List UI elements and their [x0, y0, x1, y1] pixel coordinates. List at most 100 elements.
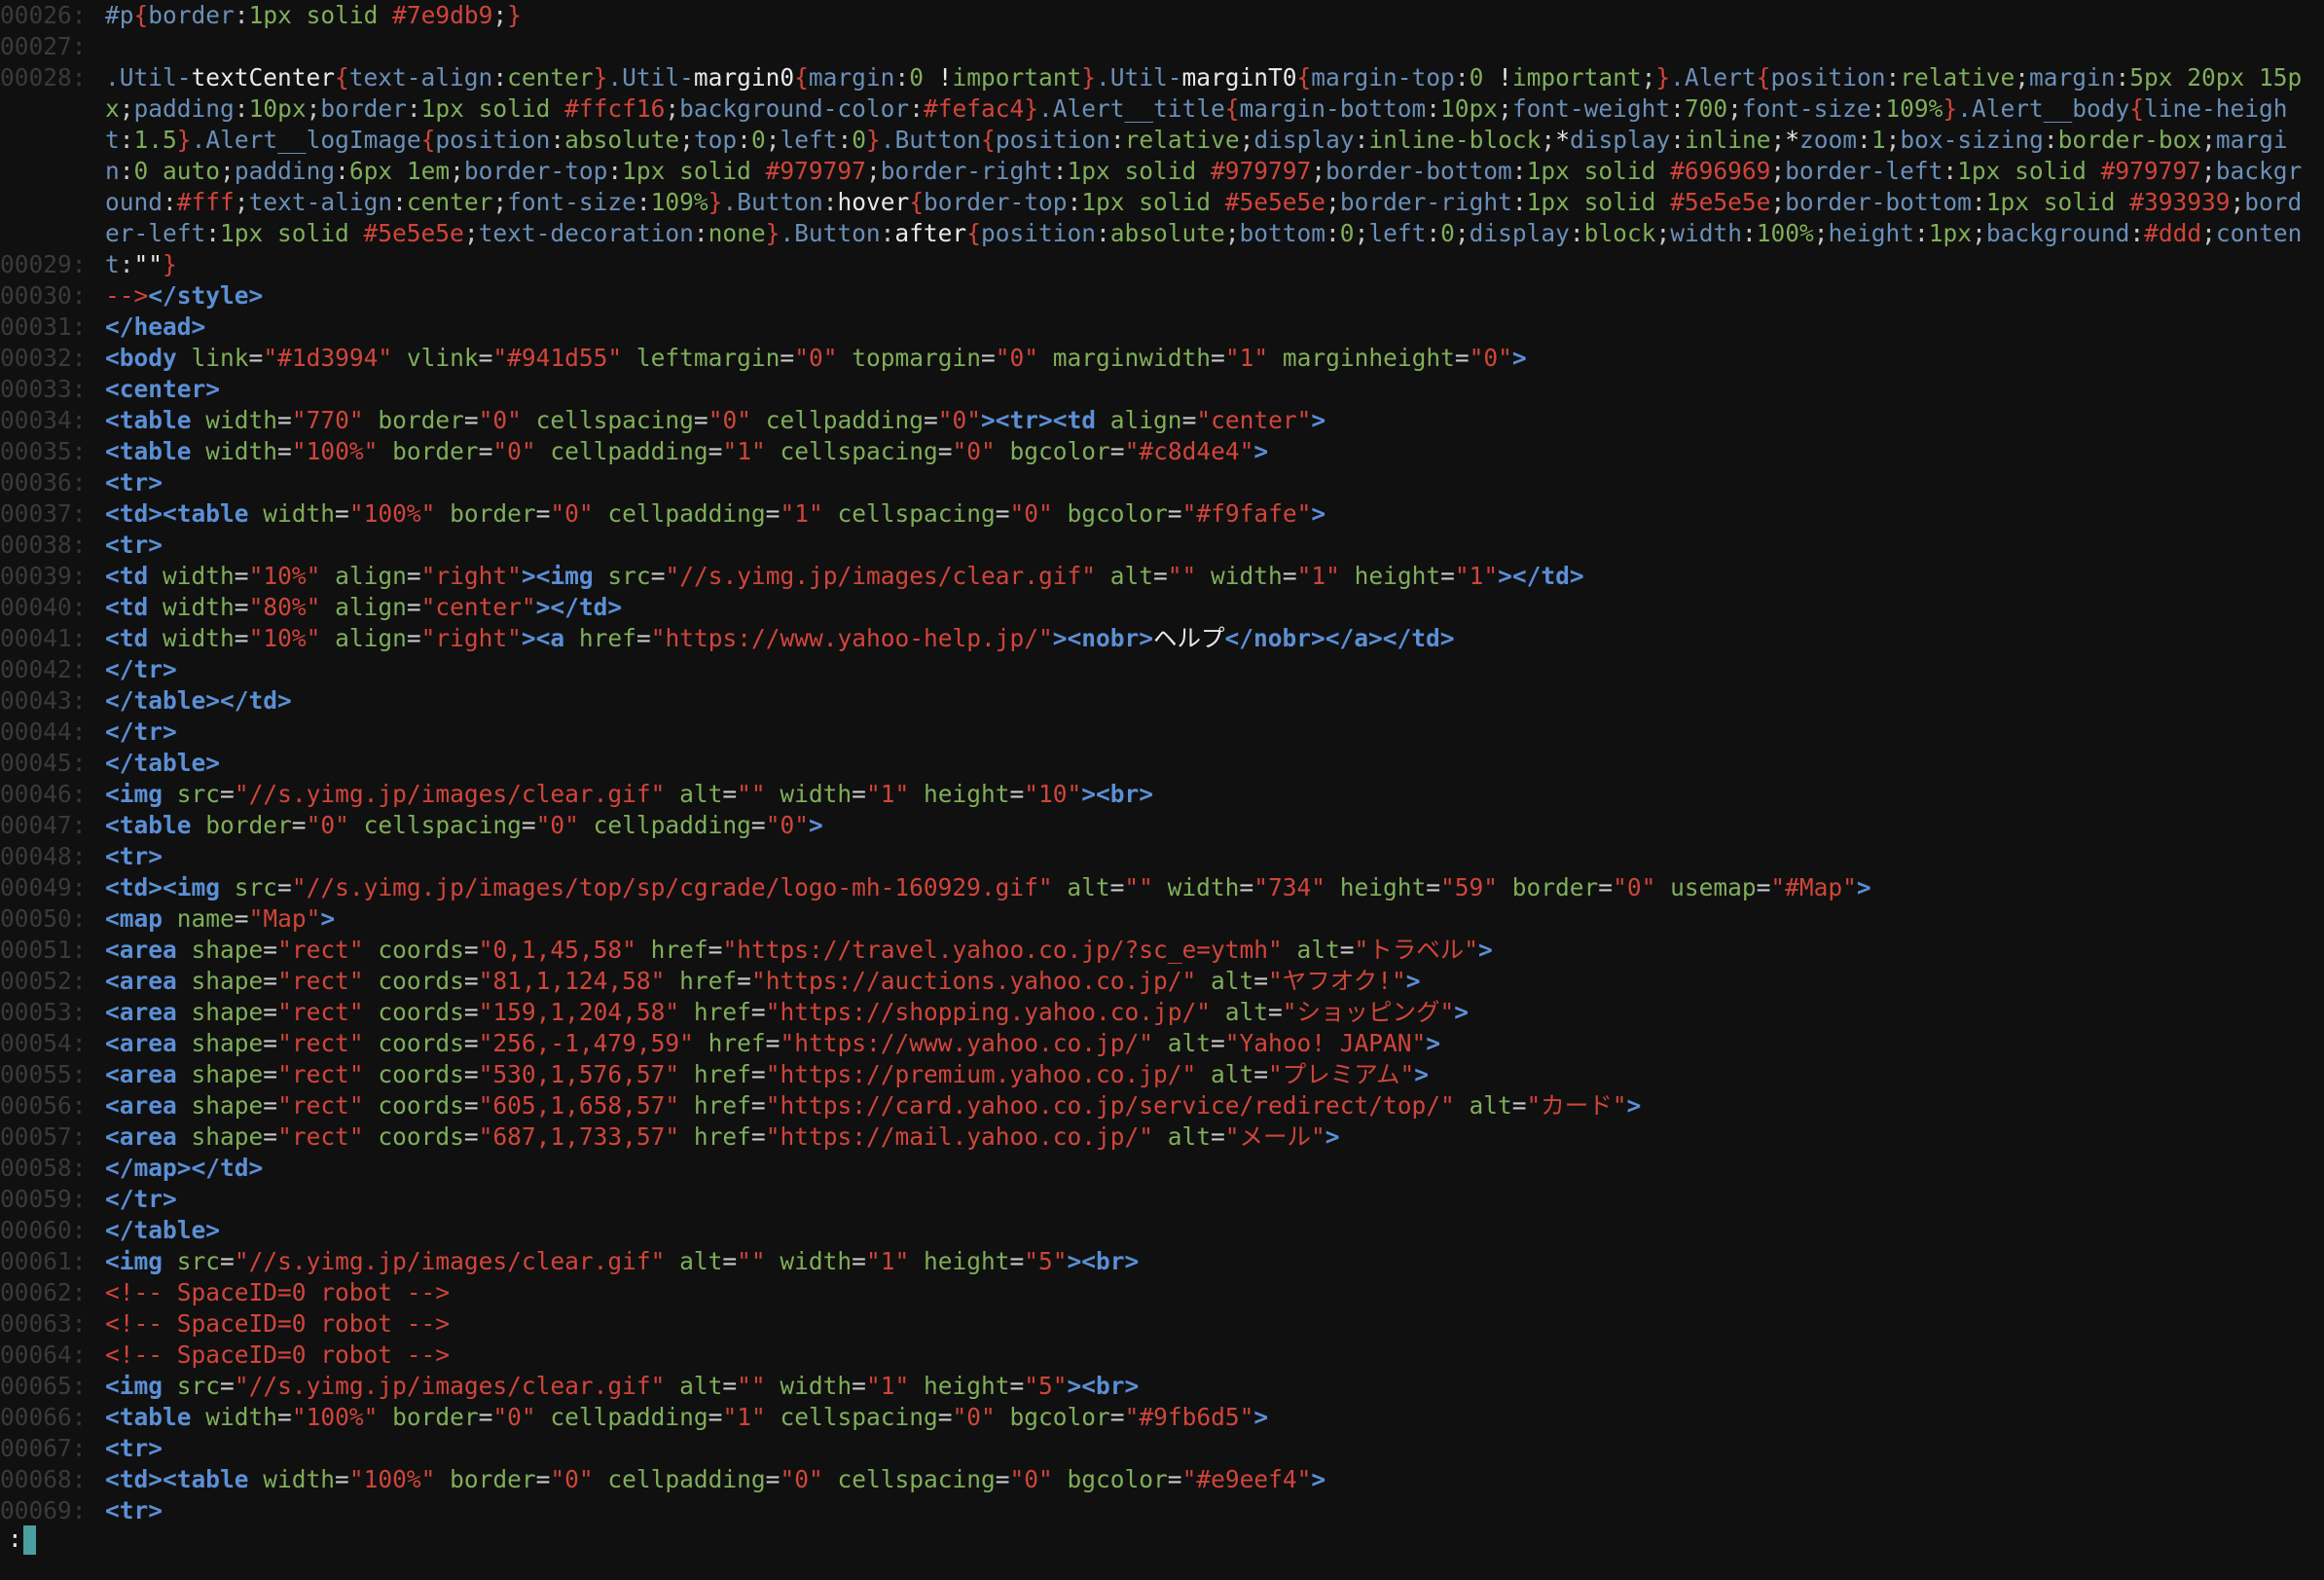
line-number: 00062:	[0, 1278, 87, 1306]
code-text: <img src="//s.yimg.jp/images/clear.gif" …	[105, 780, 1154, 808]
code-line: 00053: <area shape="rect" coords="159,1,2…	[0, 997, 2324, 1028]
line-number: 00036:	[0, 468, 87, 496]
code-text: <td width="80%" align="center"></td>	[105, 593, 623, 621]
line-number: 00026:	[0, 1, 87, 29]
code-line: 00052: <area shape="rect" coords="81,1,12…	[0, 966, 2324, 997]
line-number: 00049:	[0, 873, 87, 901]
line-number: 00058:	[0, 1154, 87, 1182]
line-number: 00060:	[0, 1216, 87, 1244]
code-text: <!-- SpaceID=0 robot -->	[105, 1278, 451, 1306]
code-text: <tr>	[105, 468, 163, 496]
code-text: <table border="0" cellspacing="0" cellpa…	[105, 811, 823, 839]
line-number: 00032:	[0, 344, 87, 372]
code-text: <center>	[105, 375, 221, 403]
line-number: 00069:	[0, 1496, 87, 1525]
line-number: 00050:	[0, 904, 87, 933]
line-number: 00034:	[0, 406, 87, 434]
code-text: <td><table width="100%" border="0" cellp…	[105, 499, 1326, 528]
code-line: 00034: <table width="770" border="0" cell…	[0, 405, 2324, 436]
line-number: 00053:	[0, 998, 87, 1026]
code-text: <area shape="rect" coords="0,1,45,58" hr…	[105, 936, 1493, 964]
code-text: </map></td>	[105, 1154, 264, 1182]
code-line: 00030: --></style>	[0, 280, 2324, 312]
text-cursor	[23, 1525, 36, 1555]
code-text: #p{border:1px solid #7e9db9;}	[105, 1, 522, 29]
code-line: 00047: <table border="0" cellspacing="0" …	[0, 810, 2324, 841]
code-line: 00042: </tr>	[0, 654, 2324, 685]
code-line: 00032: <body link="#1d3994" vlink="#941d5…	[0, 343, 2324, 374]
line-number: 00054:	[0, 1029, 87, 1057]
code-line: 00036: <tr>	[0, 467, 2324, 498]
line-number: 00033:	[0, 375, 87, 403]
code-line: 00040: <td width="80%" align="center"></t…	[0, 592, 2324, 623]
code-text: </tr>	[105, 655, 177, 683]
line-number: 00046:	[0, 780, 87, 808]
line-number: 00061:	[0, 1247, 87, 1275]
terminal-pager[interactable]: 00026: #p{border:1px solid #7e9db9;} 00027…	[0, 0, 2324, 1580]
code-text: <tr>	[105, 1496, 163, 1525]
line-number: 00038:	[0, 531, 87, 559]
code-line: 00031: </head>	[0, 312, 2324, 343]
code-text: <area shape="rect" coords="81,1,124,58" …	[105, 967, 1421, 995]
line-number: 00039:	[0, 562, 87, 590]
line-number: 00056:	[0, 1091, 87, 1120]
code-text: <area shape="rect" coords="159,1,204,58"…	[105, 998, 1470, 1026]
code-line: 00039: <td width="10%" align="right"><img…	[0, 561, 2324, 592]
code-text: <table width="100%" border="0" cellpaddi…	[105, 437, 1269, 465]
code-text: .Util-textCenter{text-align:center}.Util…	[105, 63, 2303, 278]
code-text: <!-- SpaceID=0 robot -->	[105, 1341, 451, 1369]
line-number: 00051:	[0, 936, 87, 964]
code-line: 00028: .Util-textCenter{text-align:center…	[0, 62, 2324, 278]
code-line: 00065: <img src="//s.yimg.jp/images/clear…	[0, 1371, 2324, 1402]
line-number: 00065:	[0, 1372, 87, 1400]
code-line: 00049: <td><img src="//s.yimg.jp/images/t…	[0, 872, 2324, 903]
code-line: 00063: <!-- SpaceID=0 robot -->	[0, 1308, 2324, 1340]
code-line: 00043: </table></td>	[0, 685, 2324, 717]
line-number: 00047:	[0, 811, 87, 839]
code-line: 00061: <img src="//s.yimg.jp/images/clear…	[0, 1246, 2324, 1277]
line-number: 00029:	[0, 250, 87, 278]
pager-prompt[interactable]: :	[8, 1524, 22, 1555]
line-number: 00041:	[0, 624, 87, 652]
code-line: 00054: <area shape="rect" coords="256,-1,…	[0, 1028, 2324, 1059]
code-text: <tr>	[105, 1434, 163, 1462]
code-line: 00048: <tr>	[0, 841, 2324, 872]
code-line: 00045: </table>	[0, 748, 2324, 779]
code-text: <area shape="rect" coords="687,1,733,57"…	[105, 1122, 1340, 1151]
code-line: 00038: <tr>	[0, 530, 2324, 561]
code-text: <area shape="rect" coords="530,1,576,57"…	[105, 1060, 1430, 1088]
code-line: 00055: <area shape="rect" coords="530,1,5…	[0, 1059, 2324, 1090]
code-line: 00035: <table width="100%" border="0" cel…	[0, 436, 2324, 467]
code-text: </tr>	[105, 717, 177, 746]
code-line: 00033: <center>	[0, 374, 2324, 405]
line-number: 00031:	[0, 312, 87, 341]
code-line: 00057: <area shape="rect" coords="687,1,7…	[0, 1121, 2324, 1153]
code-line: 00066: <table width="100%" border="0" cel…	[0, 1402, 2324, 1433]
line-number: 00055:	[0, 1060, 87, 1088]
code-line: 00044: </tr>	[0, 717, 2324, 748]
line-number: 00059:	[0, 1185, 87, 1213]
code-text: <img src="//s.yimg.jp/images/clear.gif" …	[105, 1247, 1140, 1275]
code-line: 00027:	[0, 31, 2324, 62]
code-line: 00041: <td width="10%" align="right"><a h…	[0, 623, 2324, 654]
line-number: 00064:	[0, 1341, 87, 1369]
code-text: </tr>	[105, 1185, 177, 1213]
code-line: 00056: <area shape="rect" coords="605,1,6…	[0, 1090, 2324, 1121]
code-line: 00037: <td><table width="100%" border="0"…	[0, 498, 2324, 530]
code-line: 00058: </map></td>	[0, 1153, 2324, 1184]
line-number: 00043:	[0, 686, 87, 715]
line-number: 00037:	[0, 499, 87, 528]
code-line: 00068: <td><table width="100%" border="0"…	[0, 1464, 2324, 1495]
code-text: <td width="10%" align="right"><a href="h…	[105, 624, 1455, 652]
code-line: 00062: <!-- SpaceID=0 robot -->	[0, 1277, 2324, 1308]
line-number: 00028:	[0, 63, 87, 92]
code-text: <map name="Map">	[105, 904, 336, 933]
line-number: 00044:	[0, 717, 87, 746]
code-text: <!-- SpaceID=0 robot -->	[105, 1309, 451, 1338]
code-line: 00059: </tr>	[0, 1184, 2324, 1215]
code-line: 00029:	[0, 249, 2324, 280]
code-line: 00069: <tr>	[0, 1495, 2324, 1526]
code-line: 00067: <tr>	[0, 1433, 2324, 1464]
line-number: 00068:	[0, 1465, 87, 1493]
code-line: 00060: </table>	[0, 1215, 2324, 1246]
